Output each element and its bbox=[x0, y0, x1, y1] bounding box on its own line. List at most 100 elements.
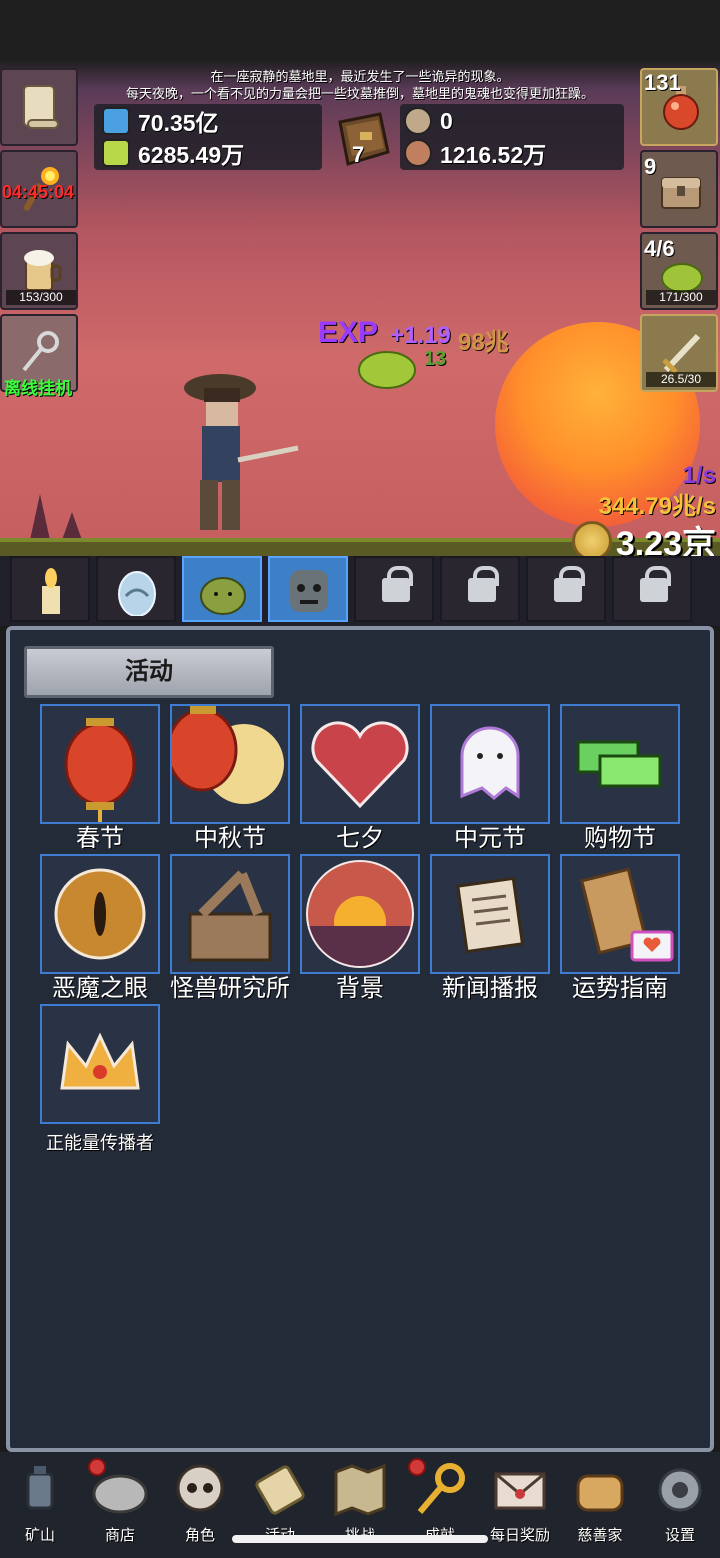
crown-icon bbox=[60, 1032, 140, 1090]
moon-lantern-icon bbox=[172, 706, 284, 804]
event-qixi[interactable]: 七夕 bbox=[300, 704, 420, 854]
event-label: 七夕 bbox=[336, 825, 384, 852]
event-news[interactable]: 新闻播报 bbox=[430, 854, 550, 1004]
beer-button[interactable]: 153/300 bbox=[0, 232, 78, 310]
nav-label: 每日奖励 bbox=[489, 1527, 550, 1544]
nav-label: 商店 bbox=[104, 1527, 135, 1544]
nav-daily-reward[interactable]: 每日奖励 bbox=[480, 1452, 560, 1552]
gear-icon bbox=[658, 1468, 702, 1512]
event-frame bbox=[40, 704, 160, 824]
lock-icon bbox=[554, 566, 585, 602]
nav-shop[interactable]: 商店 bbox=[80, 1452, 160, 1552]
torch-button[interactable]: 04:45:04 bbox=[0, 150, 78, 228]
egg-icon bbox=[118, 571, 156, 616]
nav-mine[interactable]: 矿山 bbox=[0, 1452, 80, 1552]
green-potion-icon bbox=[102, 139, 130, 167]
tab-activity[interactable]: 活动 bbox=[24, 646, 274, 698]
quest-scroll-button[interactable] bbox=[0, 68, 78, 146]
newspaper-icon bbox=[456, 876, 525, 954]
gold-coin-icon bbox=[571, 520, 612, 560]
slime-count: 4/6 bbox=[644, 236, 675, 261]
nav-label: 角色 bbox=[184, 1527, 215, 1544]
event-frame bbox=[430, 704, 550, 824]
nav-label: 设置 bbox=[664, 1527, 695, 1544]
slime-drop-icon bbox=[358, 351, 416, 389]
money-float: 98兆 bbox=[458, 329, 509, 356]
event-mid-autumn[interactable]: 中秋节 bbox=[170, 704, 290, 854]
bread-icon bbox=[576, 1474, 624, 1512]
event-background[interactable]: 背景 bbox=[300, 854, 420, 1004]
slot-zombie[interactable] bbox=[268, 556, 348, 622]
nav-character[interactable]: 角色 bbox=[160, 1452, 240, 1552]
blue-potion-resource: 70.35亿 bbox=[102, 106, 219, 136]
meat-value: 1216.52万 bbox=[440, 142, 547, 168]
nav-settings[interactable]: 设置 bbox=[640, 1452, 720, 1552]
skull-icon bbox=[176, 1464, 224, 1512]
coin-value: 0 bbox=[440, 107, 453, 134]
event-shopping-festival[interactable]: 购物节 bbox=[560, 704, 680, 854]
chest-count: 9 bbox=[644, 154, 657, 179]
slot-candle[interactable] bbox=[10, 556, 90, 622]
notification-dot bbox=[408, 1458, 426, 1476]
book-button[interactable]: 7 bbox=[330, 112, 392, 170]
slime-button[interactable]: 4/6 171/300 bbox=[640, 232, 718, 310]
event-ghost-festival[interactable]: 中元节 bbox=[430, 704, 550, 854]
money-icon bbox=[576, 740, 662, 788]
sword-progress: 26.5/30 bbox=[646, 372, 716, 387]
grave-spike bbox=[62, 512, 82, 540]
meat-icon bbox=[404, 139, 432, 167]
event-positive-energy[interactable]: 正能量传播者 bbox=[40, 1004, 160, 1154]
story-line-1: 在一座寂静的墓地里，最近发生了一些诡异的现象。 bbox=[210, 69, 510, 84]
event-label: 背景 bbox=[336, 975, 384, 1002]
lantern-icon bbox=[26, 1466, 54, 1510]
slot-egg[interactable] bbox=[96, 556, 176, 622]
fortune-card-icon bbox=[579, 867, 674, 962]
chest-icon bbox=[661, 177, 701, 209]
lantern-icon bbox=[64, 718, 136, 822]
slime-icon bbox=[200, 577, 246, 615]
lock-icon bbox=[640, 566, 671, 602]
event-label: 中元节 bbox=[454, 825, 526, 852]
letter-icon bbox=[494, 1472, 546, 1510]
potion-button[interactable]: 131 bbox=[640, 68, 718, 146]
slot-slime[interactable] bbox=[182, 556, 262, 622]
slot-locked-3[interactable] bbox=[526, 556, 606, 622]
total-coins-value: 3.23京 bbox=[615, 525, 716, 560]
activity-panel: 活动 春节 中秋节 七夕 中元节 购物节 恶魔之眼 怪兽研究所 背景 新闻播报 … bbox=[6, 626, 714, 1452]
small-coin-icon bbox=[404, 107, 432, 135]
event-spring-festival[interactable]: 春节 bbox=[40, 704, 160, 854]
event-monster-lab[interactable]: 怪兽研究所 bbox=[170, 854, 290, 1004]
key-icon bbox=[22, 331, 59, 372]
sword-button[interactable]: 26.5/30 bbox=[640, 314, 718, 392]
event-label: 正能量传播者 bbox=[46, 1133, 154, 1153]
event-frame bbox=[40, 854, 160, 974]
slot-locked-2[interactable] bbox=[440, 556, 520, 622]
potion-count: 131 bbox=[644, 70, 681, 95]
offline-button[interactable]: 离线挂机 bbox=[0, 314, 78, 398]
event-frame bbox=[170, 704, 290, 824]
event-fortune[interactable]: 运势指南 bbox=[560, 854, 680, 1004]
event-label: 中秋节 bbox=[194, 825, 266, 852]
event-label: 新闻播报 bbox=[442, 975, 538, 1002]
event-demon-eye[interactable]: 恶魔之眼 bbox=[40, 854, 160, 1004]
home-indicator[interactable] bbox=[232, 1535, 488, 1543]
event-label: 购物节 bbox=[584, 825, 656, 852]
event-label: 春节 bbox=[76, 825, 124, 852]
event-frame bbox=[170, 854, 290, 974]
total-coins: 3.23京 bbox=[571, 516, 716, 560]
scroll-icon bbox=[23, 85, 59, 129]
slot-locked-1[interactable] bbox=[354, 556, 434, 622]
meat-resource: 1216.52万 bbox=[404, 138, 546, 168]
coin-resource: 0 bbox=[404, 106, 453, 136]
story-line-2: 每天夜晚，一个看不见的力量会把一些坟墓推倒，墓地里的鬼魂也变得更加狂躁。 bbox=[125, 86, 594, 101]
chest-button[interactable]: 9 bbox=[640, 150, 718, 228]
game-screen: 在一座寂静的墓地里，最近发生了一些诡异的现象。 每天夜晚，一个看不见的力量会把一… bbox=[0, 0, 720, 1558]
scroll-icon bbox=[255, 1465, 305, 1515]
nav-philanthropist[interactable]: 慈善家 bbox=[560, 1452, 640, 1552]
event-label: 恶魔之眼 bbox=[52, 975, 148, 1002]
map-icon bbox=[334, 1463, 386, 1517]
game-scene: 在一座寂静的墓地里，最近发生了一些诡异的现象。 每天夜晚，一个看不见的力量会把一… bbox=[0, 0, 720, 560]
event-frame bbox=[40, 1004, 160, 1124]
slot-locked-4[interactable] bbox=[612, 556, 692, 622]
zombie-head-icon bbox=[290, 570, 328, 612]
